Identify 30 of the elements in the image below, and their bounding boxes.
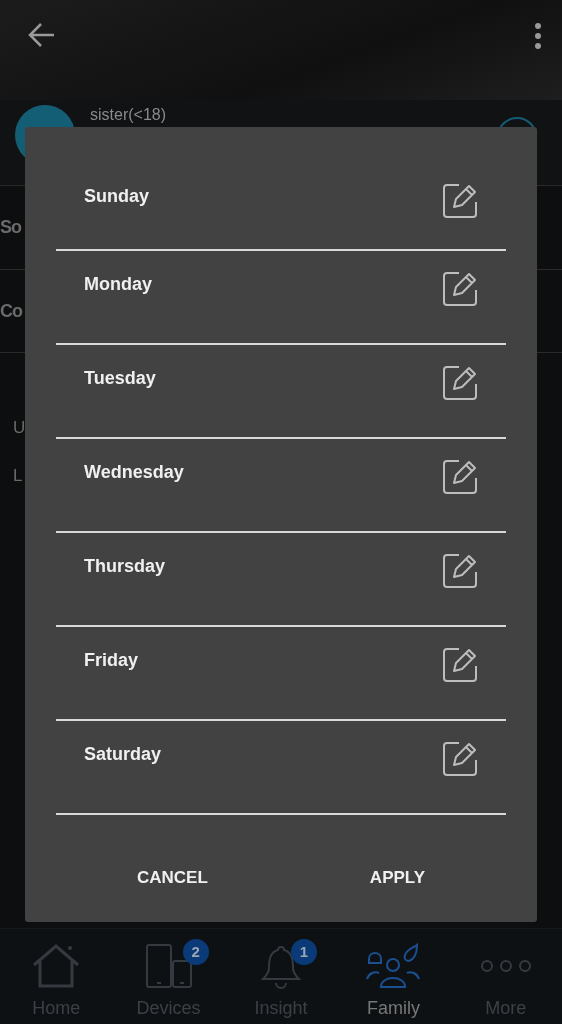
day-label: Wednesday	[84, 461, 184, 484]
day-label: Friday	[84, 649, 139, 672]
edit-icon[interactable]	[442, 459, 478, 495]
edit-icon[interactable]	[442, 365, 478, 401]
more-options-icon[interactable]	[534, 22, 542, 50]
edit-icon[interactable]	[442, 553, 478, 589]
nav-tab[interactable]: Family	[337, 929, 450, 1024]
section-label: L	[13, 464, 23, 487]
back-icon[interactable]	[28, 22, 56, 48]
day-label: Tuesday	[84, 367, 156, 390]
family-icon	[365, 943, 422, 989]
more-icon	[479, 959, 532, 973]
edit-icon[interactable]	[442, 647, 478, 683]
profile-name: sister(<18)	[90, 105, 167, 125]
row-label: So	[0, 216, 21, 239]
day-label: Saturday	[84, 743, 162, 766]
edit-icon[interactable]	[442, 271, 478, 307]
devices-icon	[144, 943, 193, 989]
bell-icon	[261, 943, 301, 989]
section-label: U	[13, 417, 26, 439]
cancel-button[interactable]: CANCEL	[117, 858, 228, 896]
day-label: Thursday	[84, 555, 166, 578]
notification-badge: 1	[291, 939, 317, 965]
row-label: Co	[0, 299, 22, 323]
day-label: Sunday	[84, 185, 149, 208]
apply-button[interactable]: APPLY	[349, 858, 445, 896]
edit-icon[interactable]	[442, 183, 478, 219]
notification-badge: 2	[182, 939, 209, 965]
day-label: Monday	[84, 273, 152, 296]
edit-icon[interactable]	[442, 741, 478, 777]
